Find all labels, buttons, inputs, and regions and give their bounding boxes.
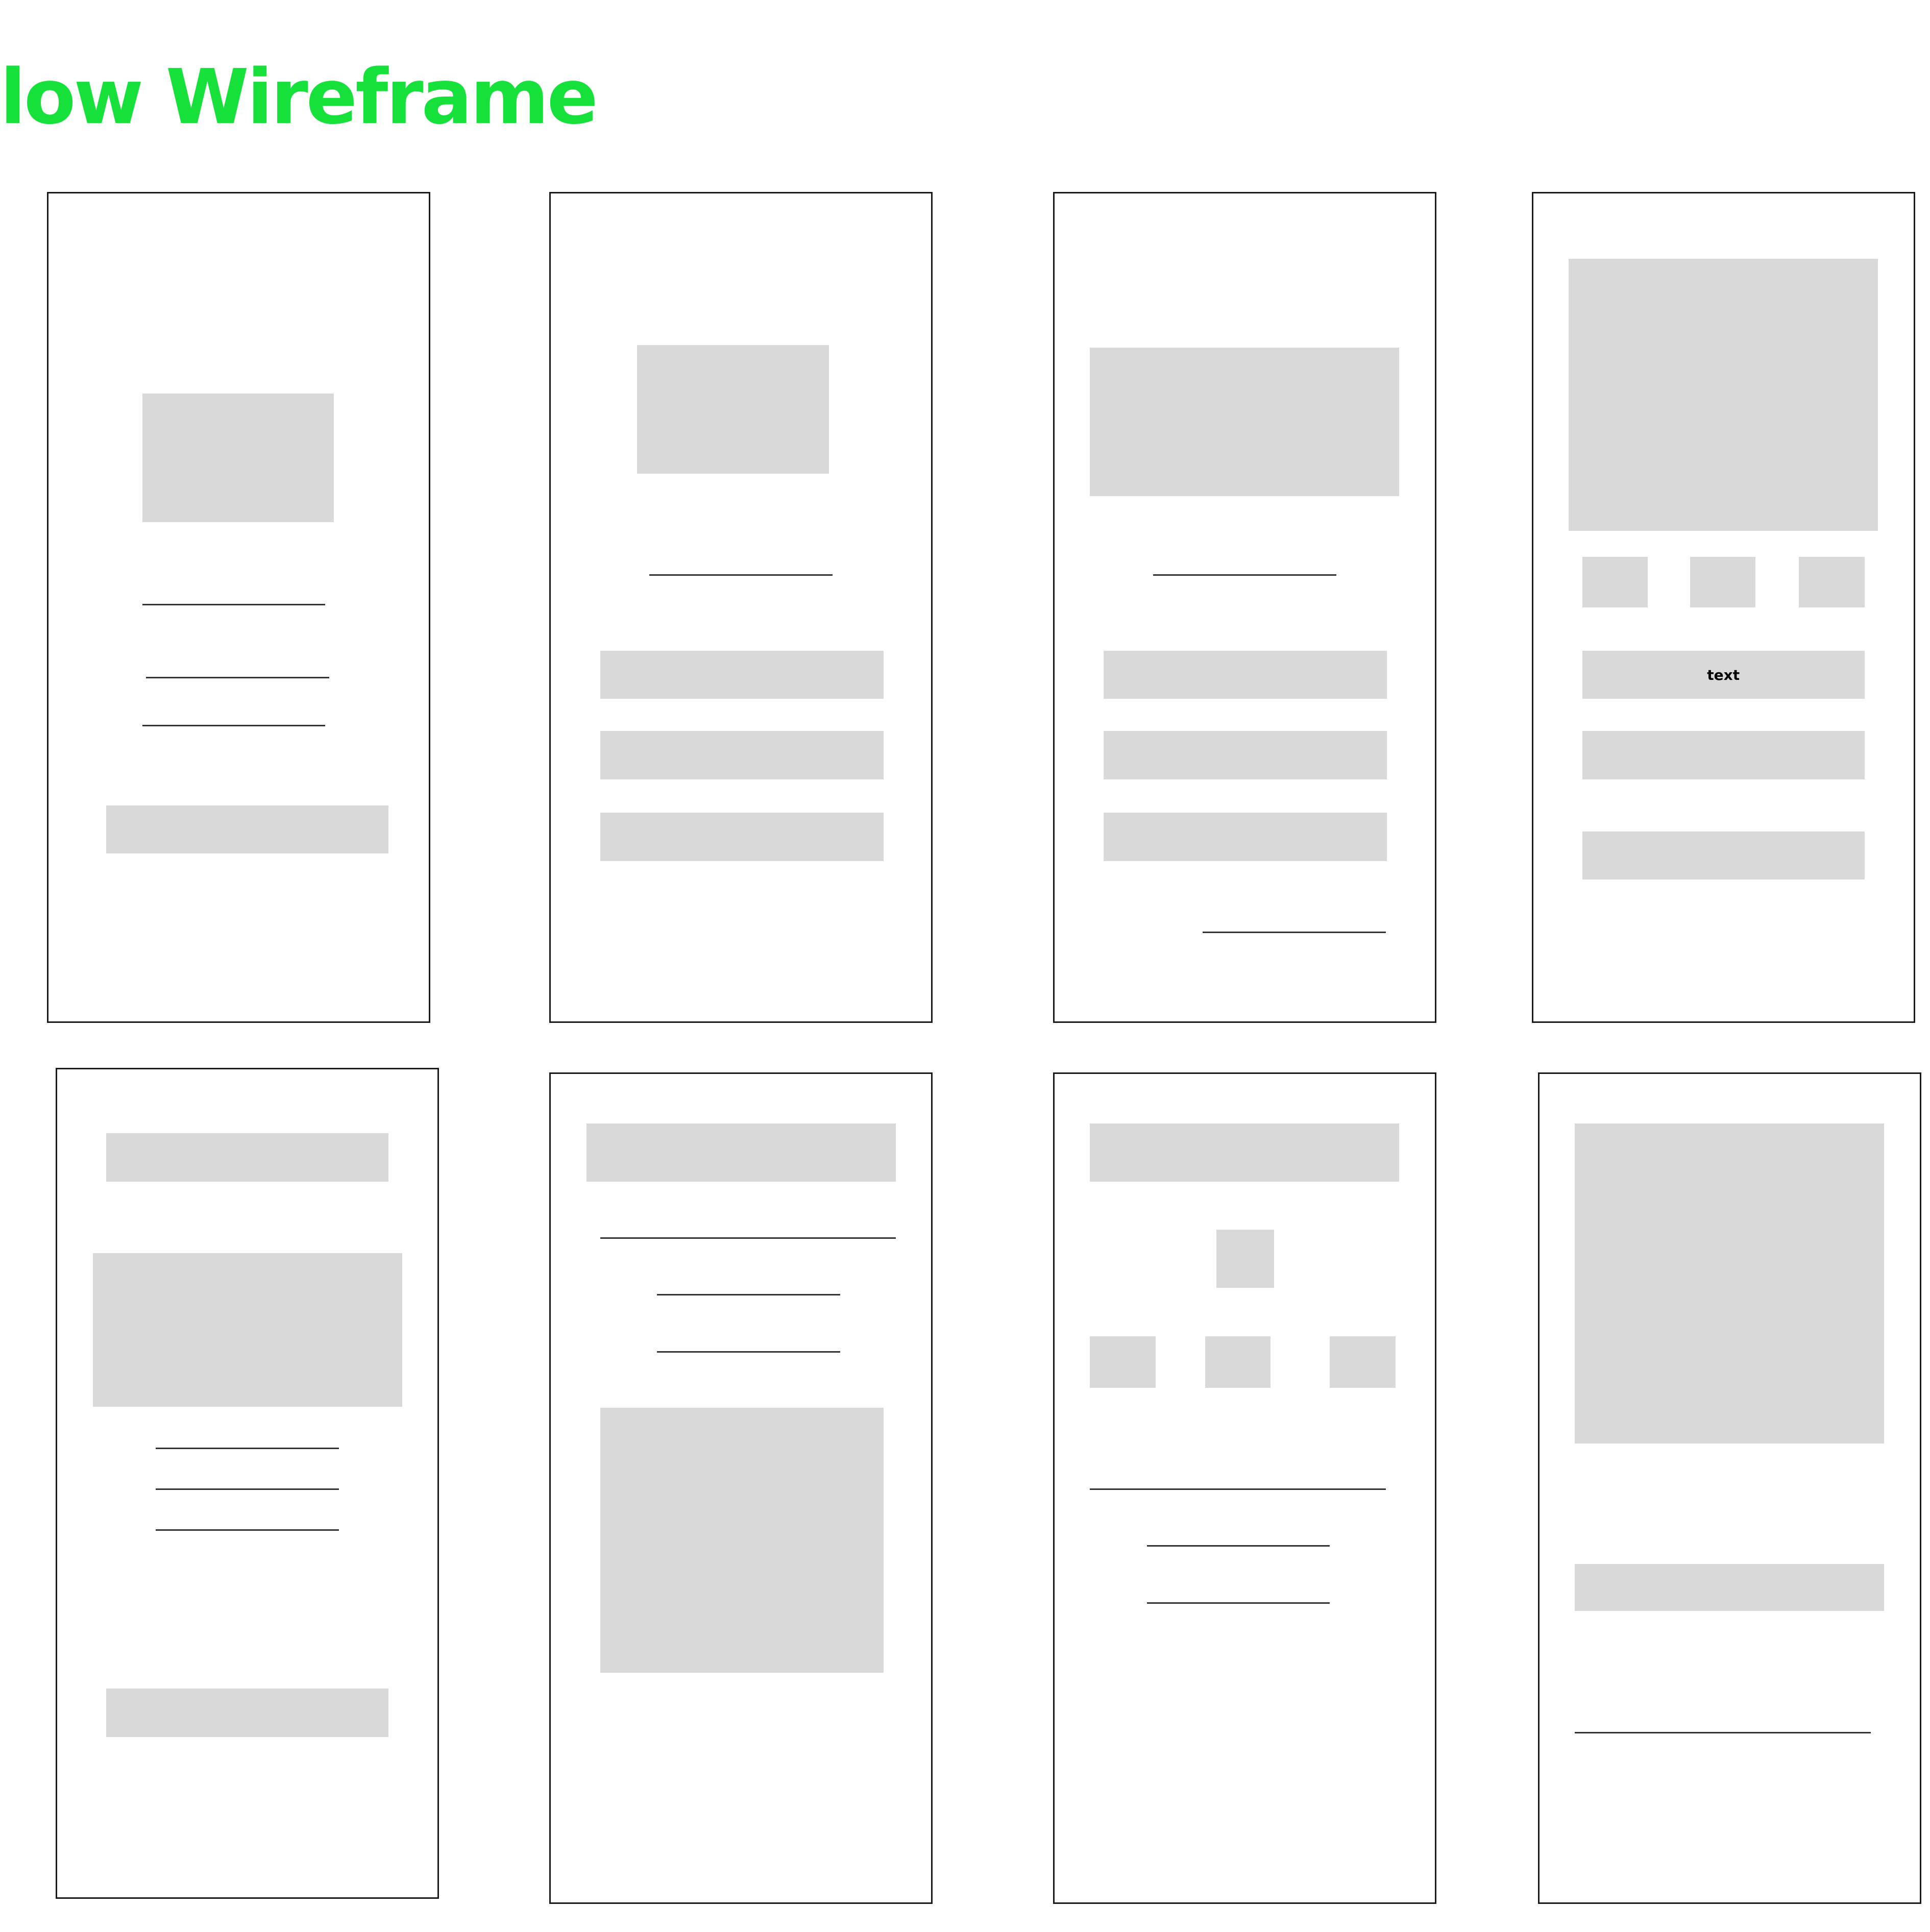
text-line bbox=[1575, 1732, 1871, 1734]
image-placeholder bbox=[1569, 258, 1878, 531]
input-placeholder bbox=[1103, 731, 1387, 779]
avatar-placeholder bbox=[1216, 1230, 1275, 1288]
page-title: low Wireframe bbox=[0, 56, 596, 138]
button-placeholder bbox=[1575, 1563, 1885, 1611]
image-placeholder bbox=[1090, 348, 1400, 496]
text-line bbox=[600, 1237, 896, 1239]
text-line bbox=[142, 725, 326, 727]
header-placeholder bbox=[586, 1123, 896, 1182]
image-placeholder bbox=[142, 393, 334, 522]
frame-5 bbox=[56, 1067, 439, 1899]
text-line bbox=[1090, 1488, 1386, 1490]
image-placeholder bbox=[600, 1408, 884, 1673]
text-line bbox=[156, 1529, 339, 1531]
text-line bbox=[1153, 574, 1336, 576]
text-line bbox=[1146, 1545, 1330, 1547]
text-line bbox=[145, 676, 329, 678]
image-placeholder bbox=[637, 345, 829, 474]
input-placeholder bbox=[600, 731, 884, 779]
wireframe-canvas: low Wireframe text bbox=[0, 0, 1930, 1932]
text-line bbox=[656, 1351, 840, 1353]
button-placeholder bbox=[1582, 731, 1865, 779]
thumbnail-placeholder bbox=[1205, 1336, 1271, 1388]
header-placeholder bbox=[1090, 1123, 1400, 1182]
text-line bbox=[1202, 932, 1386, 934]
input-placeholder bbox=[1103, 813, 1387, 861]
frame-3 bbox=[1053, 191, 1436, 1023]
thumbnail-placeholder bbox=[1090, 1336, 1156, 1388]
input-placeholder bbox=[600, 650, 884, 699]
placeholder-label: text bbox=[1707, 666, 1740, 683]
thumbnail-placeholder bbox=[1330, 1336, 1396, 1388]
thumbnail-placeholder bbox=[1690, 556, 1756, 608]
image-placeholder bbox=[92, 1253, 402, 1407]
frame-1 bbox=[47, 191, 431, 1023]
thumbnail-placeholder bbox=[1582, 556, 1648, 608]
header-placeholder bbox=[106, 1133, 389, 1182]
frame-2 bbox=[549, 191, 933, 1023]
text-line bbox=[649, 574, 833, 576]
text-line bbox=[156, 1488, 339, 1490]
text-line bbox=[656, 1294, 840, 1296]
text-line bbox=[1146, 1602, 1330, 1604]
button-placeholder bbox=[106, 805, 389, 854]
text-button-placeholder: text bbox=[1582, 650, 1865, 699]
text-line bbox=[142, 603, 326, 605]
text-line bbox=[156, 1447, 339, 1449]
button-placeholder bbox=[1582, 831, 1865, 880]
button-placeholder bbox=[106, 1689, 389, 1737]
image-placeholder bbox=[1575, 1123, 1885, 1444]
input-placeholder bbox=[600, 813, 884, 861]
thumbnail-placeholder bbox=[1799, 556, 1865, 608]
input-placeholder bbox=[1103, 650, 1387, 699]
